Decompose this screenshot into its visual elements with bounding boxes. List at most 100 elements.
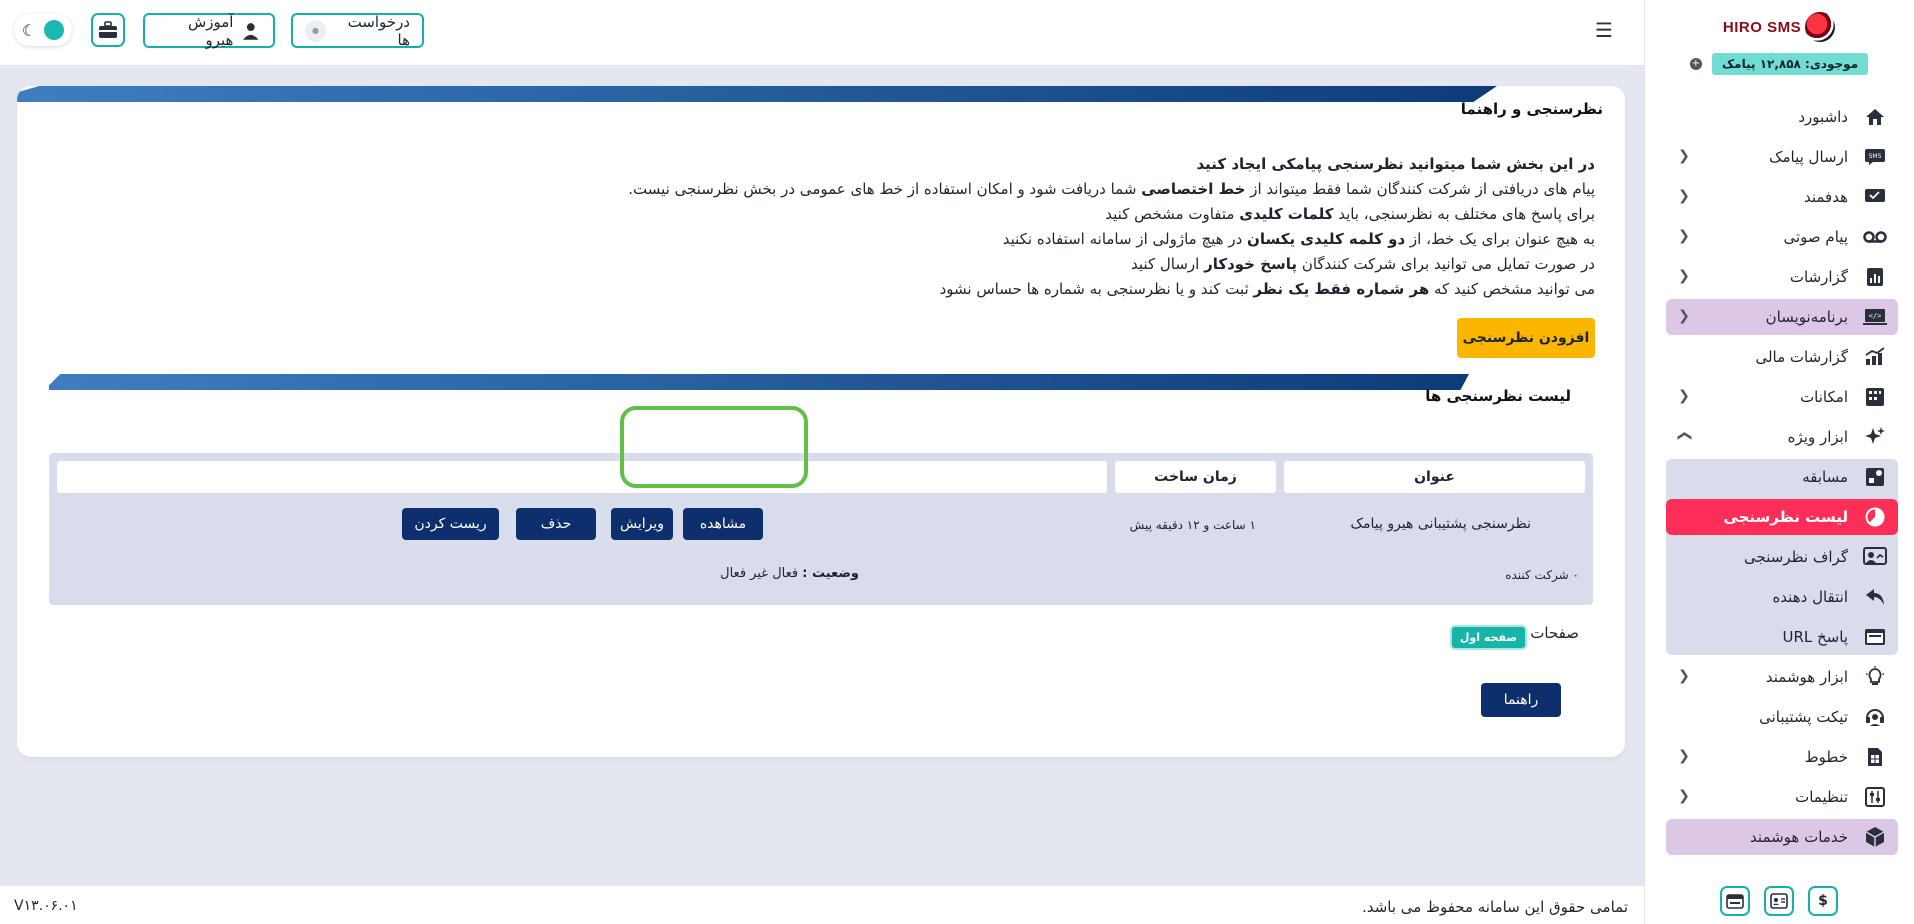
menu-toggle-icon[interactable]: ☰ xyxy=(1595,20,1617,40)
theme-toggle-knob xyxy=(44,20,65,40)
intro-line-4: در صورت تمایل می توانید برای شرکت کنندگا… xyxy=(1131,255,1595,273)
requests-label: درخواست ها xyxy=(347,12,410,49)
pie-chart-icon xyxy=(1862,506,1888,528)
svg-text:</>: </> xyxy=(1869,312,1882,320)
hiro-training-button[interactable]: آموزش هیرو xyxy=(143,12,275,49)
column-header-actions xyxy=(57,461,1107,493)
chevron-left-icon: ❮ xyxy=(1678,308,1690,324)
first-page-button[interactable]: صفحه اول xyxy=(1449,625,1527,650)
sidebar-item-send-sms[interactable]: SMS ارسال پیامک ❮ xyxy=(1666,139,1898,175)
svg-text:SMS: SMS xyxy=(1869,153,1882,160)
card-header-band xyxy=(17,86,1497,102)
sidebar-item-features[interactable]: امکانات ❮ xyxy=(1666,379,1898,415)
dollar-button[interactable]: $ xyxy=(1808,886,1838,916)
view-button-highlight xyxy=(620,406,808,488)
sidebar-item-url-reply[interactable]: پاسخ URL xyxy=(1666,619,1898,655)
chevron-left-icon: ❮ xyxy=(1678,388,1690,404)
survey-row-created: ۱ ساعت و ۱۲ دقیقه پیش xyxy=(1129,518,1256,532)
balance-row: موجودی: ۱۲,۸۵۸ پیامک + xyxy=(1644,53,1914,75)
status-value: فعال غیر فعال xyxy=(720,566,803,581)
intro-line-2: برای پاسخ های مختلف به نظرسنجی، باید کلم… xyxy=(1105,205,1595,223)
puzzle-icon xyxy=(1862,466,1888,488)
theme-toggle[interactable]: ☾ xyxy=(14,14,72,46)
chevron-left-icon: ❮ xyxy=(1678,748,1690,764)
briefcase-icon xyxy=(99,21,117,38)
reset-survey-button[interactable]: ریست کردن xyxy=(402,508,499,540)
sidebar-item-dashboard[interactable]: داشبورد xyxy=(1666,99,1898,135)
requests-button[interactable]: درخواست ها ● xyxy=(291,12,424,49)
sidebar-item-smart-tools[interactable]: ابزار هوشمند ❮ xyxy=(1666,659,1898,695)
code-monitor-icon: </> xyxy=(1862,306,1888,328)
sidebar-item-voice-message[interactable]: پیام صوتی ❮ xyxy=(1666,219,1898,255)
briefcase-button[interactable] xyxy=(91,13,125,47)
finance-chart-icon xyxy=(1862,346,1888,368)
logo-text: HIRO SMS xyxy=(1722,18,1802,36)
graph-user-icon xyxy=(1862,546,1888,568)
training-label: آموزش هیرو xyxy=(187,12,234,49)
sparkle-icon xyxy=(1862,426,1888,448)
sidebar-item-targeted[interactable]: هدفمند ❮ xyxy=(1666,179,1898,215)
sidebar-menu: داشبورد SMS ارسال پیامک ❮ هدفمند ❮ پیام … xyxy=(1666,99,1898,859)
requests-dot-icon: ● xyxy=(305,19,326,42)
sidebar-item-lines[interactable]: خطوط ❮ xyxy=(1666,739,1898,775)
calendar-icon xyxy=(1726,894,1744,909)
pagination-label: صفحات : xyxy=(1520,624,1579,642)
top-bar: ☰ درخواست ها ● آموزش هیرو ☾ xyxy=(0,0,1644,66)
column-header-created: زمان ساخت xyxy=(1115,461,1276,493)
box-icon xyxy=(1862,826,1888,848)
intro-line-5: می توانید مشخص کنید که هر شماره فقط یک ن… xyxy=(939,280,1595,298)
sidebar-item-financial-reports[interactable]: گزارشات مالی xyxy=(1666,339,1898,375)
help-button[interactable]: راهنما xyxy=(1481,683,1561,717)
chevron-left-icon: ❮ xyxy=(1678,148,1690,164)
balance-badge: موجودی: ۱۲,۸۵۸ پیامک xyxy=(1711,53,1869,75)
moon-icon: ☾ xyxy=(21,20,37,40)
sidebar-item-settings[interactable]: تنظیمات ❮ xyxy=(1666,779,1898,815)
survey-row-participants: ۰ شرکت کننده xyxy=(1505,568,1579,582)
edit-survey-button[interactable]: ویرایش xyxy=(611,508,673,540)
brand-logo[interactable]: HIRO SMS xyxy=(1644,12,1914,46)
chevron-left-icon: ❮ xyxy=(1678,788,1690,804)
sidebar: HIRO SMS موجودی: ۱۲,۸۵۸ پیامک + داشبورد … xyxy=(1644,0,1914,924)
dollar-icon: $ xyxy=(1818,893,1828,909)
sidebar-item-forwarder[interactable]: انتقال دهنده xyxy=(1666,579,1898,615)
sidebar-item-survey-graph[interactable]: گراف نظرسنجی xyxy=(1666,539,1898,575)
list-header-band xyxy=(49,374,1469,390)
sidebar-item-contest[interactable]: مسابقه xyxy=(1666,459,1898,495)
lightbulb-icon xyxy=(1862,666,1888,688)
forward-arrow-icon xyxy=(1862,586,1888,608)
id-card-icon xyxy=(1770,893,1788,909)
report-icon xyxy=(1862,266,1888,288)
user-icon xyxy=(243,22,260,40)
view-survey-button[interactable]: مشاهده xyxy=(683,508,763,540)
survey-row-title: نظرسنجی پشتیبانی هیرو پیامک xyxy=(1350,516,1531,532)
sms-icon: SMS xyxy=(1862,146,1888,168)
id-card-button[interactable] xyxy=(1764,886,1794,916)
sliders-icon xyxy=(1862,786,1888,808)
page-footer: تمامی حقوق این سامانه محفوظ می باشد. V۱۳… xyxy=(0,886,1644,924)
sidebar-item-support-ticket[interactable]: تیکت پشتیبانی xyxy=(1666,699,1898,735)
intro-line-1: پیام های دریافتی از شرکت کنندگان شما فقط… xyxy=(628,180,1595,198)
voicemail-icon xyxy=(1862,226,1888,248)
sidebar-item-survey-list[interactable]: لیست نظرسنجی xyxy=(1666,499,1898,535)
sidebar-item-special-tools[interactable]: ابزار ویژه ❮ xyxy=(1666,419,1898,455)
add-balance-button[interactable]: + xyxy=(1689,58,1702,70)
intro-lead: در این بخش شما میتوانید نظرسنجی پیامکی ا… xyxy=(1196,155,1595,173)
delete-survey-button[interactable]: حذف xyxy=(516,508,596,540)
sidebar-item-reports[interactable]: گزارشات ❮ xyxy=(1666,259,1898,295)
add-survey-button[interactable]: افزودن نظرسنجی xyxy=(1457,318,1595,358)
column-header-title: عنوان xyxy=(1284,461,1585,493)
sidebar-item-developers[interactable]: </> برنامه‌نویسان ❮ xyxy=(1666,299,1898,335)
intro-line-3: به هیچ عنوان برای یک خط، از دو کلمه کلید… xyxy=(1002,230,1595,248)
home-icon xyxy=(1862,106,1888,128)
building-icon xyxy=(1862,386,1888,408)
sidebar-footer: $ xyxy=(1644,886,1914,916)
status-label: وضعیت : xyxy=(802,566,859,581)
chevron-left-icon: ❮ xyxy=(1678,228,1690,244)
calendar-button[interactable] xyxy=(1720,886,1750,916)
logo-mark-icon xyxy=(1805,12,1836,42)
special-tools-submenu: مسابقه لیست نظرسنجی گراف نظرسنجی انتقال … xyxy=(1666,459,1898,655)
version-text: V۱۳.۰۶.۰۱ xyxy=(14,898,78,914)
intro-text: در این بخش شما میتوانید نظرسنجی پیامکی ا… xyxy=(95,152,1595,302)
chevron-left-icon: ❮ xyxy=(1678,668,1690,684)
sidebar-item-smart-services[interactable]: خدمات هوشمند xyxy=(1666,819,1898,855)
